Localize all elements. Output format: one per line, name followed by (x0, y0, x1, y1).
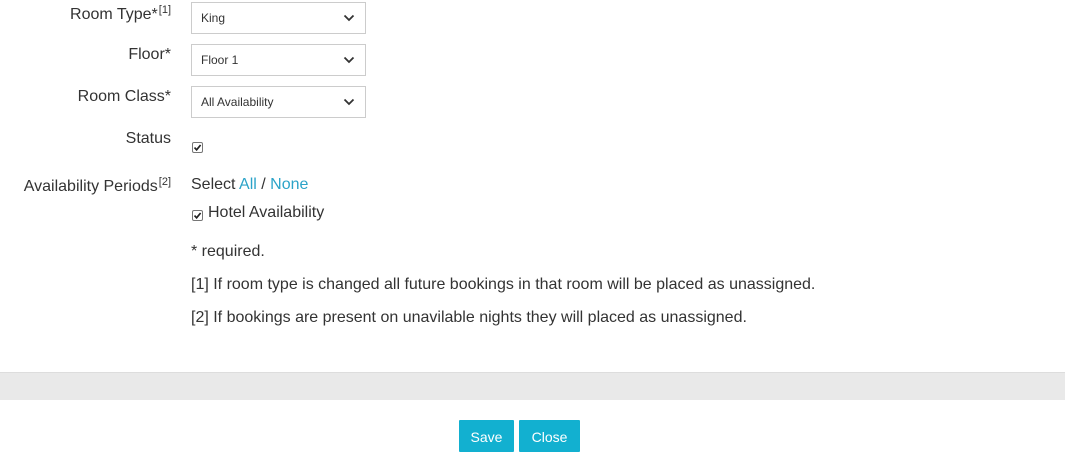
status-label-text: Status (125, 130, 171, 147)
footnote-2: [2] If bookings are present on unavilabl… (191, 309, 747, 326)
room-type-value: King (201, 11, 226, 25)
checkmark-icon (193, 144, 202, 152)
floor-select[interactable]: Floor 1 (191, 44, 366, 76)
chevron-down-icon (343, 14, 355, 22)
select-prefix: Select (191, 176, 236, 193)
floor-label: Floor* (128, 46, 171, 64)
room-class-label-text: Room Class* (77, 88, 171, 105)
room-class-value: All Availability (201, 95, 274, 109)
availability-periods-label: Availability Periods[2] (24, 176, 171, 196)
status-label: Status (126, 130, 171, 148)
select-all-link[interactable]: All (239, 176, 257, 193)
close-button[interactable]: Close (519, 420, 580, 452)
availability-footnote-ref: [2] (158, 176, 171, 188)
select-all-none: Select All / None (191, 176, 308, 194)
select-separator: / (261, 176, 266, 193)
room-class-label: Room Class* (78, 88, 171, 106)
room-type-select[interactable]: King (191, 2, 366, 34)
footnote-1: [1] If room type is changed all future b… (191, 276, 816, 293)
hotel-availability-label[interactable]: Hotel Availability (208, 204, 324, 222)
room-type-footnote-ref: [1] (158, 4, 171, 16)
chevron-down-icon (343, 56, 355, 64)
select-none-link[interactable]: None (270, 176, 308, 193)
hotel-availability-checkbox[interactable] (192, 210, 203, 221)
chevron-down-icon (343, 98, 355, 106)
floor-value: Floor 1 (201, 53, 239, 67)
room-type-label-text: Room Type* (70, 6, 158, 23)
footer-divider-bar (0, 372, 1065, 400)
required-note: * required. (191, 243, 265, 260)
room-class-select[interactable]: All Availability (191, 86, 366, 118)
checkmark-icon (193, 212, 202, 220)
status-checkbox[interactable] (192, 142, 203, 153)
hotel-availability-label-text: Hotel Availability (208, 204, 325, 221)
availability-periods-label-text: Availability Periods (23, 178, 158, 195)
save-button[interactable]: Save (459, 420, 514, 452)
room-type-label: Room Type*[1] (70, 4, 171, 24)
floor-label-text: Floor* (128, 46, 171, 63)
